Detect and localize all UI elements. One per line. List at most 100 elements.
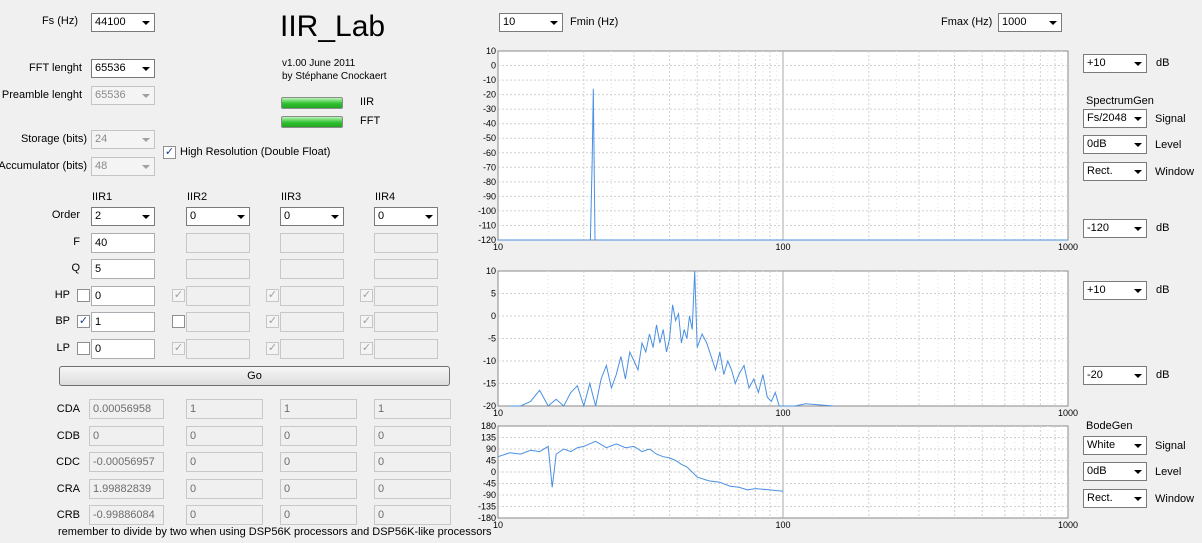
iir2-hp-input[interactable] <box>186 286 250 306</box>
iir2-order-value: 0 <box>190 210 197 222</box>
iir3-cdb-output: 0 <box>280 426 357 446</box>
spectrumgen-signal-select[interactable]: Fs/2048 <box>1083 109 1147 128</box>
y-tick-label: -30 <box>483 104 496 114</box>
iir4-bp-input[interactable] <box>374 312 438 332</box>
iir2-lp-checkbox[interactable]: ✓ <box>172 342 185 355</box>
iir4-bp-checkbox[interactable]: ✓ <box>360 315 373 328</box>
iir2-q-input[interactable] <box>186 259 250 279</box>
iir1-q-input[interactable]: 5 <box>91 259 155 279</box>
fmax-select[interactable]: 1000 <box>998 13 1062 32</box>
y-tick-label: -40 <box>483 119 496 129</box>
high-resolution-checkbox[interactable]: ✓ <box>163 146 176 159</box>
iir4-hp-input[interactable] <box>374 286 438 306</box>
preamble-length-value: 65536 <box>95 89 126 101</box>
bodegen-level-select[interactable]: 0dB <box>1083 462 1147 481</box>
iir3-order-select[interactable]: 0 <box>280 207 344 226</box>
bode-bottom-db-select[interactable]: -20 <box>1083 366 1147 385</box>
fmin-select[interactable]: 10 <box>499 13 563 32</box>
cda-label: CDA <box>56 403 80 415</box>
iir-indicator-led <box>281 97 343 109</box>
spectrumgen-title: SpectrumGen <box>1086 95 1154 107</box>
spectrumgen-level-select[interactable]: 0dB <box>1083 135 1147 154</box>
chevron-down-icon <box>331 215 339 219</box>
iir1-bp-input[interactable]: 1 <box>91 312 155 332</box>
q-row-label: Q <box>71 262 80 274</box>
bode-magnitude-chart-frame <box>497 270 1069 407</box>
iir1-f-input[interactable]: 40 <box>91 233 155 253</box>
x-tick-label: 100 <box>775 520 790 530</box>
iir1-lp-input[interactable]: 0 <box>91 339 155 359</box>
spectrumgen-signal-value: Fs/2048 <box>1087 112 1127 124</box>
iir1-order-select[interactable]: 2 <box>91 207 155 226</box>
iir3-q-input[interactable] <box>280 259 344 279</box>
iir3-lp-checkbox[interactable]: ✓ <box>266 342 279 355</box>
iir3-bp-input[interactable] <box>280 312 344 332</box>
dsp-note: remember to divide by two when using DSP… <box>58 526 492 538</box>
chevron-down-icon <box>1049 21 1057 25</box>
spectrumgen-window-select[interactable]: Rect. <box>1083 162 1147 181</box>
fft-length-label: FFT lenght <box>29 62 82 74</box>
iir2-hp-checkbox[interactable]: ✓ <box>172 289 185 302</box>
chevron-down-icon <box>1134 497 1142 501</box>
iir1-hp-checkbox[interactable] <box>77 289 90 302</box>
iir4-f-input[interactable] <box>374 233 438 253</box>
y-tick-label: -110 <box>479 220 496 230</box>
iir3-bp-checkbox[interactable]: ✓ <box>266 315 279 328</box>
accumulator-bits-select[interactable]: 48 <box>91 157 155 176</box>
y-tick-label: 10 <box>486 46 496 56</box>
bode-top-db-select[interactable]: +10 <box>1083 281 1147 300</box>
y-tick-label: 90 <box>486 444 496 454</box>
iir4-order-select[interactable]: 0 <box>374 207 438 226</box>
y-tick-label: -120 <box>478 235 496 245</box>
iir2-lp-input[interactable] <box>186 339 250 359</box>
bodegen-signal-value: White <box>1087 439 1116 451</box>
iir3-cra-output: 0 <box>280 479 357 499</box>
y-tick-label: -10 <box>483 356 496 366</box>
spectrumgen-level-label: Level <box>1155 139 1182 151</box>
bodegen-signal-label: Signal <box>1155 440 1186 452</box>
fs-select[interactable]: 44100 <box>91 13 155 32</box>
app-author: by Stéphane Cnockaert <box>282 71 387 82</box>
iir3-f-input[interactable] <box>280 233 344 253</box>
chevron-down-icon <box>142 21 150 25</box>
iir3-hp-input[interactable] <box>280 286 344 306</box>
storage-bits-select[interactable]: 24 <box>91 130 155 149</box>
iir2-bp-input[interactable] <box>186 312 250 332</box>
y-tick-label: 180 <box>481 421 496 431</box>
cdb-label: CDB <box>56 430 80 442</box>
iir4-lp-input[interactable] <box>374 339 438 359</box>
go-button[interactable]: Go <box>59 366 450 386</box>
spectrum-bottom-db-select[interactable]: -120 <box>1083 219 1147 238</box>
fft-length-value: 65536 <box>95 62 126 74</box>
bodegen-level-value: 0dB <box>1087 465 1107 477</box>
iir4-lp-checkbox[interactable]: ✓ <box>360 342 373 355</box>
iir2-order-select[interactable]: 0 <box>186 207 250 226</box>
iir4-q-input[interactable] <box>374 259 438 279</box>
spectrum-chart-frame <box>497 50 1069 241</box>
iir1-bp-checkbox[interactable]: ✓ <box>77 315 90 328</box>
preamble-length-select[interactable]: 65536 <box>91 86 155 105</box>
iir3-cdc-output: 0 <box>280 452 357 472</box>
bodegen-window-select[interactable]: Rect. <box>1083 489 1147 508</box>
chevron-down-icon <box>142 138 150 142</box>
y-tick-label: 45 <box>486 456 496 466</box>
iir3-hp-checkbox[interactable]: ✓ <box>266 289 279 302</box>
chevron-down-icon <box>1134 117 1142 121</box>
hp-row-label: HP <box>54 289 70 301</box>
iir2-f-input[interactable] <box>186 233 250 253</box>
iir1-crb-output: -0.99886084 <box>89 505 164 525</box>
iir1-cra-output: 1.99882839 <box>89 479 164 499</box>
fmax-value: 1000 <box>1002 16 1027 28</box>
spectrum-top-db-select[interactable]: +10 <box>1083 54 1147 73</box>
fft-length-select[interactable]: 65536 <box>91 59 155 78</box>
iir1-lp-checkbox[interactable] <box>77 342 90 355</box>
bodegen-signal-select[interactable]: White <box>1083 436 1147 455</box>
spectrumgen-level-value: 0dB <box>1087 138 1107 150</box>
chevron-down-icon <box>1134 227 1142 231</box>
iir1-hp-input[interactable]: 0 <box>91 286 155 306</box>
iir3-lp-input[interactable] <box>280 339 344 359</box>
iir2-bp-checkbox[interactable] <box>172 315 185 328</box>
fs-label: Fs (Hz) <box>41 15 78 27</box>
bode-bottom-db-value: -20 <box>1087 369 1103 381</box>
iir4-hp-checkbox[interactable]: ✓ <box>360 289 373 302</box>
